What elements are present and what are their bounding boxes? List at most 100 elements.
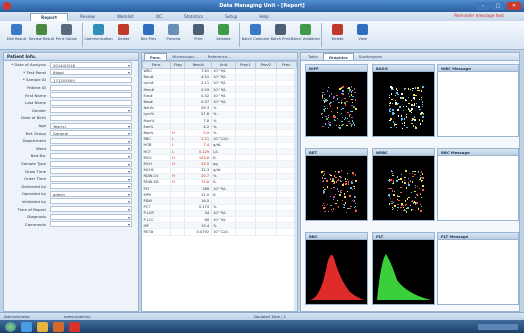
scatter-dot (392, 174, 394, 177)
minimize-button[interactable]: – (476, 2, 490, 10)
maximize-button[interactable]: □ (491, 2, 505, 10)
scatter-dot (324, 107, 327, 110)
cell-flag (170, 228, 186, 236)
scatter-dot (388, 194, 390, 196)
scatter-dot (352, 172, 354, 175)
start-button-icon[interactable] (5, 321, 16, 332)
graph-nrbc[interactable]: NRBC (372, 148, 435, 222)
ribbon-button-view[interactable]: View (350, 21, 375, 49)
scatter-dot (340, 180, 342, 182)
field-input[interactable]: admin (50, 190, 132, 197)
field-input[interactable] (50, 145, 132, 152)
table-row[interactable]: RET# 0.0792 10^12/L (142, 228, 298, 236)
field-input[interactable] (50, 206, 132, 213)
graph-diff[interactable]: DIFF (305, 64, 368, 138)
field-input[interactable] (50, 84, 132, 91)
scatter-dot (339, 191, 341, 193)
field-input[interactable]: 171203500 (50, 76, 132, 83)
ribbon-button-batch-print[interactable]: Batch Print (268, 21, 293, 49)
field-input[interactable] (50, 99, 132, 106)
ribbon-button-batch-validation[interactable]: Batch Validation (291, 21, 320, 49)
tab-worklist[interactable]: Worklist (107, 13, 144, 21)
media-icon[interactable] (53, 321, 64, 332)
tab-help[interactable]: Help (249, 13, 279, 21)
scatter-dot (388, 102, 391, 105)
tab-qc[interactable]: QC (146, 13, 172, 21)
ribbon-button-delete[interactable]: Delete (111, 21, 136, 49)
scatter-dot (419, 119, 421, 121)
field-input[interactable] (50, 168, 132, 175)
browser-icon[interactable] (21, 321, 32, 332)
results-tab[interactable]: Microscopic... (167, 53, 203, 60)
field-input[interactable] (50, 152, 132, 159)
scatter-dot (402, 109, 405, 111)
scatter-dot (422, 189, 424, 191)
ribbon-button-rev-prev[interactable]: Rev Prev (136, 21, 161, 49)
scatter-dot (417, 87, 419, 89)
ribbon-button-print[interactable]: Print (186, 21, 211, 49)
scatter-dot (348, 120, 350, 122)
scatter-dot (413, 98, 415, 101)
scatter-dot (393, 194, 395, 196)
scatter-dot (400, 186, 402, 189)
ribbon-button-print-option[interactable]: Print Option (54, 21, 79, 49)
scatter-dot (323, 172, 326, 175)
field-input[interactable] (50, 160, 132, 167)
ribbon-button-validate[interactable]: Validate (211, 21, 236, 49)
tab-statistics[interactable]: Statistics (174, 13, 213, 21)
field-input[interactable]: Blood (50, 69, 132, 76)
scatter-dot (341, 124, 343, 127)
scatter-dot (354, 174, 356, 176)
scatter-dot (417, 89, 419, 92)
field-input[interactable] (50, 213, 132, 220)
tab-setup[interactable]: Setup (215, 13, 247, 21)
scatter-dot (339, 175, 342, 177)
graph-area: DIFF BASO RET NRBC RBC PLT WBC Message RBC Mess… (301, 61, 519, 311)
results-tab[interactable]: Reference... (203, 53, 236, 60)
field-input[interactable] (50, 175, 132, 182)
scatter-dot (345, 181, 347, 183)
graph-rbc[interactable]: RBC (305, 232, 368, 306)
field-input[interactable] (50, 183, 132, 190)
form-row: Sample Type (4, 160, 138, 168)
scatter-dot (408, 196, 410, 199)
field-input[interactable]: Year(s) (50, 122, 132, 129)
ribbon-button-edit-result[interactable]: Edit Result (4, 21, 29, 49)
graph-plt[interactable]: PLT (372, 232, 435, 306)
ribbon-button-communication[interactable]: Communication (84, 21, 113, 49)
field-input[interactable] (50, 137, 132, 144)
scatter-dot (336, 187, 339, 189)
field-input[interactable]: 2014/03/18 (50, 61, 132, 68)
field-input[interactable] (50, 221, 132, 228)
scatter-dot (390, 86, 392, 88)
field-input[interactable] (50, 198, 132, 205)
scatter-dot (390, 187, 392, 189)
graph-canvas (305, 155, 368, 221)
ribbon-button-batch-compare[interactable]: Batch Compare (242, 21, 269, 49)
tab-report[interactable]: Report (30, 13, 69, 21)
graph-ret[interactable]: RET (305, 148, 368, 222)
tab-review[interactable]: Review (70, 13, 105, 21)
field-input[interactable] (50, 92, 132, 99)
field-input[interactable]: General (50, 130, 132, 137)
ribbon-button-delete[interactable]: Delete (325, 21, 350, 49)
folder-icon[interactable] (37, 321, 48, 332)
close-button[interactable]: ✕ (507, 2, 521, 10)
results-scrollbar[interactable] (294, 68, 297, 311)
field-input[interactable] (50, 107, 132, 114)
field-input[interactable] (50, 114, 132, 121)
results-tab[interactable]: Para. (144, 53, 168, 60)
graphics-tab[interactable]: Graphics (322, 53, 354, 60)
graphics-tab[interactable]: Scattergram (354, 53, 388, 60)
graphics-tab[interactable]: Table (303, 53, 323, 60)
scatter-dot (396, 176, 399, 178)
form-row: Age Year(s) (4, 122, 138, 130)
batch-print-icon (275, 24, 286, 35)
app-taskbar-icon[interactable] (69, 321, 80, 332)
ribbon-button-preview[interactable]: Preview (161, 21, 186, 49)
field-label: Date of Birth (21, 115, 46, 121)
ribbon-button-review-result[interactable]: Review Result (29, 21, 54, 49)
delete-icon (118, 24, 129, 35)
scatter-dot (344, 196, 346, 198)
graph-baso[interactable]: BASO (372, 64, 435, 138)
